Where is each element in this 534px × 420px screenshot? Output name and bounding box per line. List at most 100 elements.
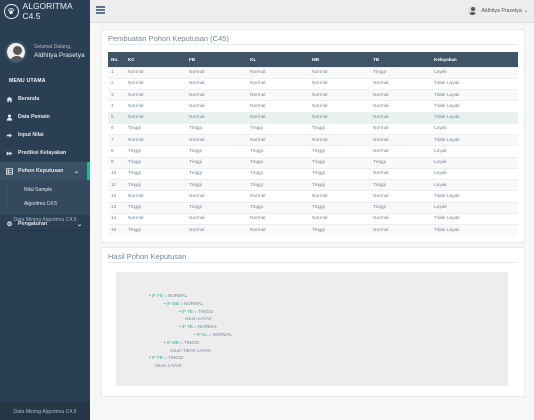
sidebar-item-label: Pohon Keputusan [18, 168, 64, 174]
table-cell: Normal [309, 100, 370, 112]
user-icon [6, 114, 13, 121]
tree-rule-line: • IF TB = NORMAL [149, 323, 232, 331]
decision-tree-data-panel: Pembuatan Pohon Keputusan (C45) No. KC F… [101, 29, 525, 243]
table-cell: Tinggi [247, 122, 309, 135]
table-row: 4 Normal Normal Normal Normal Normal Tidak Lay… [108, 100, 518, 112]
table-cell: Tinggi [125, 167, 186, 180]
sidebar-item-data-pemain[interactable]: Data Pemain [0, 108, 90, 126]
table-row: 7 Normal Normal Normal Normal Normal Tidak Lay… [108, 133, 518, 146]
tree-rule-value: = NORMAL [208, 331, 232, 337]
tree-rule-line: • IF KL = NORMAL [149, 331, 232, 339]
table-cell: Normal [125, 100, 186, 112]
table-row: 8 Tinggi Tinggi Tinggi Tinggi Normal Layak [108, 145, 518, 157]
forward-icon [6, 150, 13, 157]
table-row: 1 Normal Normal Normal Normal Tinggi Layak [108, 66, 518, 79]
table-cell: Layak [431, 178, 518, 191]
top-navbar: Aldhitya Prasetya ⌄ [90, 0, 534, 23]
table-cell: Tidak Layak [431, 100, 518, 112]
tree-rule-value: = TINGGI [164, 355, 184, 361]
table-cell: 8 [108, 145, 125, 157]
decision-tree-result-panel: Hasil Pohon Keputusan • IF FB = NORMAL • … [101, 247, 525, 397]
table-cell: Tinggi [125, 178, 186, 191]
sidebar-item-prediksi[interactable]: Prediksi Kelayakan [0, 144, 90, 162]
panel-title: Hasil Pohon Keputusan [108, 252, 187, 261]
table-cell: Normal [370, 88, 431, 101]
table-cell: Normal [309, 66, 370, 79]
tree-rule-value: return LAYAK [155, 363, 182, 369]
panel-title: Pembuatan Pohon Keputusan (C45) [108, 34, 229, 43]
table-cell: Normal [309, 190, 370, 202]
table-cell: 9 [108, 156, 125, 169]
menu-toggle-icon[interactable] [96, 6, 105, 14]
sidebar-menu: Beranda Data Pemain Input Nilai Prediksi… [0, 90, 90, 180]
table-header-row: No. KC FB KL MB TB Kelayakan [108, 52, 518, 67]
table-cell: Tinggi [125, 201, 186, 214]
table-cell: Tinggi [247, 201, 309, 214]
table-cell: Normal [125, 77, 186, 90]
user-avatar [468, 6, 478, 15]
profile: Selamat Datang, Aldhitya Prasetya [0, 22, 90, 72]
tree-rule-line: return LAYAK [149, 362, 232, 370]
table-cell: Normal [370, 212, 431, 225]
table-cell: Layak [431, 201, 518, 214]
table-row: 14 Normal Normal Normal Normal Normal Tidak La… [108, 212, 518, 225]
sidebar-item-label: Prediksi Kelayakan [18, 150, 67, 156]
submenu-item-algoritma[interactable]: Algoritma C4.5 [6, 197, 90, 211]
sidebar-item-beranda[interactable]: Beranda [0, 90, 90, 108]
sidebar-footer-bottom-text: Data Mining Algoritma C4.5 [13, 409, 77, 415]
table-cell: Normal [247, 88, 309, 101]
tree-rule-attribute: IF TB [181, 324, 193, 330]
table-cell: 10 [108, 167, 125, 180]
paw-icon [4, 3, 19, 19]
table-cell: 1 [108, 66, 125, 79]
table-cell: Normal [186, 77, 247, 90]
table-cell: Normal [247, 77, 309, 90]
avatar [5, 40, 27, 63]
table-cell: Tidak Layak [431, 190, 518, 202]
table-cell: Normal [370, 223, 431, 236]
table-cell: Layak [431, 145, 518, 157]
submenu-item-nilai-sample[interactable]: Nilai Sample [6, 183, 90, 197]
table-cell: Normal [247, 133, 309, 146]
table-cell: Layak [431, 156, 518, 169]
table-cell: Normal [247, 212, 309, 225]
sidebar-item-pohon-keputusan[interactable]: Pohon Keputusan ⌄ [0, 162, 90, 180]
column-header: TB [373, 56, 380, 62]
table-cell: Normal [309, 212, 370, 225]
table-cell: Tinggi [309, 145, 370, 157]
divider [0, 230, 90, 231]
tree-rule-line: • IF MB = NORMAL [149, 300, 232, 308]
table-cell: Tinggi [370, 156, 431, 169]
sign-in-icon [6, 132, 13, 139]
table-cell: 13 [108, 201, 125, 214]
chevron-down-icon: ⌄ [523, 7, 528, 14]
column-header: KC [128, 56, 135, 62]
table-cell: Tinggi [370, 201, 431, 214]
sidebar-item-input-nilai[interactable]: Input Nilai [0, 126, 90, 144]
table-cell: Normal [247, 100, 309, 112]
table-cell: Tinggi [125, 223, 186, 236]
table-cell: Layak [431, 167, 518, 180]
submenu: Nilai Sample Algoritma C4.5 [0, 180, 90, 215]
table-cell: 14 [108, 212, 125, 225]
table-cell: Normal [309, 133, 370, 146]
table-cell: Normal [370, 133, 431, 146]
table-cell: Normal [309, 77, 370, 90]
table-cell: 2 [108, 77, 125, 90]
tree-rule-value: = NORMAL [194, 324, 218, 330]
table-cell: Tinggi [309, 167, 370, 180]
table-cell: Normal [247, 66, 309, 79]
table-cell: Tinggi [186, 145, 247, 157]
table-row: 5 Normal Normal Normal Normal Normal Tidak Lay… [108, 111, 518, 124]
table-cell: 6 [108, 122, 125, 135]
table-cell: Normal [186, 100, 247, 112]
table-cell: Normal [125, 88, 186, 101]
table-cell: Normal [186, 190, 247, 202]
column-header: Kelayakan [434, 56, 457, 62]
table-cell: Normal [370, 111, 431, 124]
table-cell: Tinggi [247, 145, 309, 157]
user-dropdown[interactable]: Aldhitya Prasetya ⌄ [468, 6, 528, 15]
table-cell: Normal [186, 223, 247, 236]
brand[interactable]: ALGORITMA C4.5 [0, 0, 90, 22]
tree-rule-line: • IF FB = TINGGI [149, 354, 232, 362]
